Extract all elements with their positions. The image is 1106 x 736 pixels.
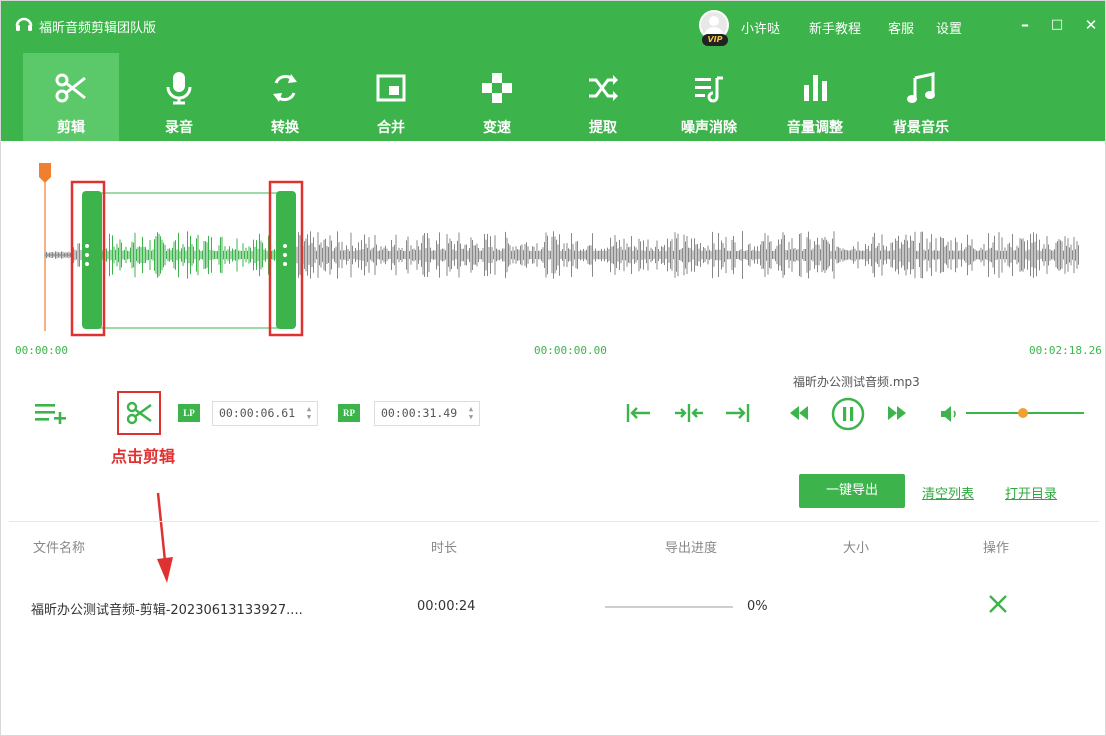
volume-icon[interactable] bbox=[939, 405, 959, 423]
tool-bgm[interactable]: 背景音乐 bbox=[873, 53, 969, 141]
tool-speed[interactable]: 变速 bbox=[449, 53, 545, 141]
cut-button[interactable] bbox=[117, 391, 161, 435]
volume-adjust-icon bbox=[804, 75, 827, 101]
jump-to-end-icon[interactable] bbox=[723, 399, 751, 427]
minimize-button[interactable]: – bbox=[1015, 15, 1035, 35]
volume-slider[interactable] bbox=[966, 404, 1084, 422]
tool-merge[interactable]: 合并 bbox=[343, 53, 439, 141]
end-time-input[interactable]: 00:00:31.49 ▲ ▼ bbox=[374, 401, 480, 426]
headphones-logo-icon bbox=[15, 17, 33, 31]
microphone-icon bbox=[166, 72, 192, 105]
settings-link[interactable]: 设置 bbox=[936, 18, 962, 37]
support-link[interactable]: 客服 bbox=[888, 18, 914, 37]
maximize-button[interactable]: □ bbox=[1047, 15, 1067, 35]
tool-denoise[interactable]: 噪声消除 bbox=[661, 53, 757, 141]
tool-label: 录音 bbox=[165, 120, 193, 136]
header-file-name: 文件名称 bbox=[33, 541, 86, 556]
tool-convert[interactable]: 转换 bbox=[237, 53, 333, 141]
scissors-icon bbox=[55, 73, 86, 103]
timeline-start: 00:00:00 bbox=[15, 344, 68, 357]
tool-label: 合并 bbox=[377, 120, 405, 136]
app-title: 福昕音频剪辑团队版 bbox=[39, 21, 157, 36]
header-export-progress: 导出进度 bbox=[665, 541, 718, 556]
volume-knob[interactable] bbox=[1017, 408, 1028, 418]
cut-annotation: 点击剪辑 bbox=[111, 447, 176, 466]
start-time-input[interactable]: 00:00:06.61 ▲ ▼ bbox=[212, 401, 318, 426]
rewind-icon[interactable] bbox=[787, 403, 811, 423]
clear-list-link[interactable]: 清空列表 bbox=[922, 483, 974, 502]
title-bar: 福昕音频剪辑团队版 VIP 小许哒 新手教程 客服 设置 – □ ✕ bbox=[1, 1, 1105, 53]
end-time-stepper[interactable]: ▲ ▼ bbox=[467, 405, 475, 421]
center-icon[interactable] bbox=[673, 399, 705, 427]
extract-icon bbox=[589, 75, 618, 101]
waveform-path-grey bbox=[44, 231, 1079, 279]
fast-forward-icon[interactable] bbox=[885, 403, 909, 423]
waveform-unselected bbox=[44, 231, 1079, 279]
main-toolbar: 剪辑 录音 转换 合并 变速 提取 噪声消除 音量调整 背景音乐 bbox=[1, 53, 1105, 141]
start-time-value: 00:00:06.61 bbox=[219, 406, 296, 420]
export-button[interactable]: 一键导出 bbox=[799, 474, 905, 508]
jump-to-start-icon[interactable] bbox=[625, 399, 653, 427]
open-folder-link[interactable]: 打开目录 bbox=[1005, 483, 1057, 502]
row-duration: 00:00:24 bbox=[417, 599, 476, 614]
timeline-mid: 00:00:00.00 bbox=[534, 344, 607, 357]
tool-label: 提取 bbox=[589, 120, 617, 136]
tool-label: 背景音乐 bbox=[893, 120, 949, 136]
row-progress-text: 0% bbox=[747, 599, 768, 614]
rp-tag: RP bbox=[338, 404, 360, 422]
pause-icon[interactable] bbox=[831, 397, 865, 431]
tool-label: 噪声消除 bbox=[681, 120, 737, 136]
scissors-icon bbox=[126, 401, 152, 425]
end-time-value: 00:00:31.49 bbox=[381, 406, 458, 420]
tool-label: 转换 bbox=[271, 120, 299, 136]
header-size: 大小 bbox=[843, 541, 870, 556]
tutorial-link[interactable]: 新手教程 bbox=[809, 18, 861, 37]
music-note-icon bbox=[907, 72, 935, 103]
waveform-panel[interactable]: 00:00:00 00:00:00.00 00:02:18.26 bbox=[11, 151, 1102, 357]
vip-badge: VIP bbox=[702, 34, 728, 46]
tool-record[interactable]: 录音 bbox=[131, 53, 227, 141]
noise-removal-icon bbox=[695, 76, 723, 103]
merge-icon bbox=[376, 74, 406, 102]
tool-volume[interactable]: 音量调整 bbox=[767, 53, 863, 141]
arrow-down-icon bbox=[156, 492, 173, 583]
app-window: 福昕音频剪辑团队版 VIP 小许哒 新手教程 客服 设置 – □ ✕ 剪辑 录音… bbox=[0, 0, 1106, 736]
waveform-selected bbox=[95, 231, 286, 279]
start-time-stepper[interactable]: ▲ ▼ bbox=[305, 405, 313, 421]
row-progress-bar bbox=[605, 606, 733, 608]
tool-label: 音量调整 bbox=[787, 120, 843, 136]
user-name[interactable]: 小许哒 bbox=[741, 18, 780, 37]
current-file-name: 福昕办公测试音频.mp3 bbox=[793, 375, 920, 389]
tool-extract[interactable]: 提取 bbox=[555, 53, 651, 141]
close-button[interactable]: ✕ bbox=[1081, 15, 1101, 35]
playhead[interactable] bbox=[39, 163, 51, 331]
tool-label: 剪辑 bbox=[57, 120, 85, 136]
lp-tag: LP bbox=[178, 404, 200, 422]
header-actions: 操作 bbox=[983, 541, 1010, 556]
convert-icon bbox=[273, 74, 297, 102]
timeline-end: 00:02:18.26 bbox=[1029, 344, 1102, 357]
tool-cut[interactable]: 剪辑 bbox=[23, 53, 119, 141]
waveform[interactable] bbox=[11, 151, 1097, 351]
speed-icon bbox=[482, 73, 512, 103]
divider bbox=[9, 521, 1099, 522]
waveform-path-green bbox=[95, 231, 286, 279]
tool-label: 变速 bbox=[483, 120, 511, 136]
delete-icon[interactable] bbox=[987, 593, 1009, 615]
row-file-name: 福昕办公测试音频-剪辑-20230613133927.... bbox=[31, 603, 303, 618]
header-duration: 时长 bbox=[431, 541, 458, 556]
add-to-list-icon[interactable] bbox=[35, 401, 67, 425]
